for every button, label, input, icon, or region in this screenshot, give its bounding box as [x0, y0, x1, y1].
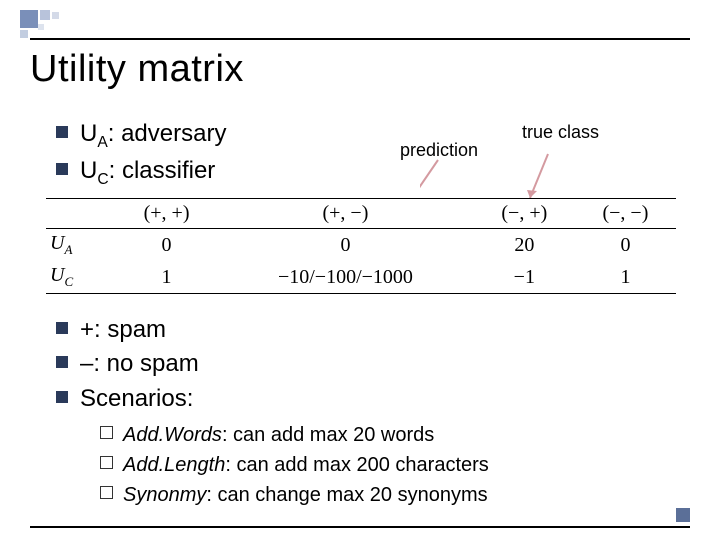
col-header: (−, +) [474, 199, 575, 229]
utility-table: (+, +) (+, −) (−, +) (−, −) UA 0 0 20 0 … [46, 198, 676, 294]
list-item: +: spam [56, 314, 199, 346]
scenario-desc: : can change max 20 synonyms [206, 484, 487, 506]
uc-symbol: U [80, 157, 97, 184]
table-row: UA 0 0 20 0 [46, 229, 676, 262]
table-row: UC 1 −10/−100/−1000 −1 1 [46, 261, 676, 294]
col-header: (+, +) [116, 199, 217, 229]
slide-corner-decoration [20, 10, 80, 34]
list-item: UA: adversary [56, 118, 226, 153]
bullet-square-icon [56, 391, 68, 403]
definitions-list: UA: adversary UC: classifier [56, 118, 226, 192]
legend-list: +: spam –: no spam Scenarios: [56, 314, 199, 417]
table-header-row: (+, +) (+, −) (−, +) (−, −) [46, 199, 676, 229]
hollow-square-icon [100, 426, 113, 439]
col-header: (−, −) [575, 199, 676, 229]
ua-symbol: U [80, 120, 97, 147]
scenario-name: Synonmy [123, 484, 206, 506]
hollow-square-icon [100, 456, 113, 469]
bullet-square-icon [56, 356, 68, 368]
list-item: UC: classifier [56, 155, 226, 190]
hollow-square-icon [100, 486, 113, 499]
bullet-square-icon [56, 126, 68, 138]
top-rule [30, 38, 690, 40]
uc-subscript: C [97, 171, 108, 188]
ua-subscript: A [97, 134, 107, 151]
list-item: Add.Length: can add max 200 characters [100, 450, 489, 480]
slide-title: Utility matrix [30, 48, 244, 91]
ua-text: : adversary [108, 120, 227, 147]
list-item: Synonmy: can change max 20 synonyms [100, 480, 489, 510]
scenario-name: Add.Words [123, 424, 222, 446]
scenarios-list: Add.Words: can add max 20 words Add.Leng… [100, 420, 489, 510]
scenario-desc: : can add max 20 words [222, 424, 434, 446]
scenario-name: Add.Length [123, 454, 225, 476]
uc-text: : classifier [109, 157, 216, 184]
col-header: (+, −) [217, 199, 474, 229]
true-class-label: true class [522, 122, 599, 143]
minus-legend: –: no spam [80, 348, 199, 380]
corner-square-icon [676, 508, 690, 522]
scenarios-label: Scenarios: [80, 383, 193, 415]
list-item: –: no spam [56, 348, 199, 380]
scenario-desc: : can add max 200 characters [225, 454, 488, 476]
plus-legend: +: spam [80, 314, 166, 346]
list-item: Add.Words: can add max 20 words [100, 420, 489, 450]
bullet-square-icon [56, 322, 68, 334]
list-item: Scenarios: [56, 383, 199, 415]
bullet-square-icon [56, 163, 68, 175]
annotation-arrows [420, 150, 600, 205]
bottom-rule [30, 526, 690, 528]
